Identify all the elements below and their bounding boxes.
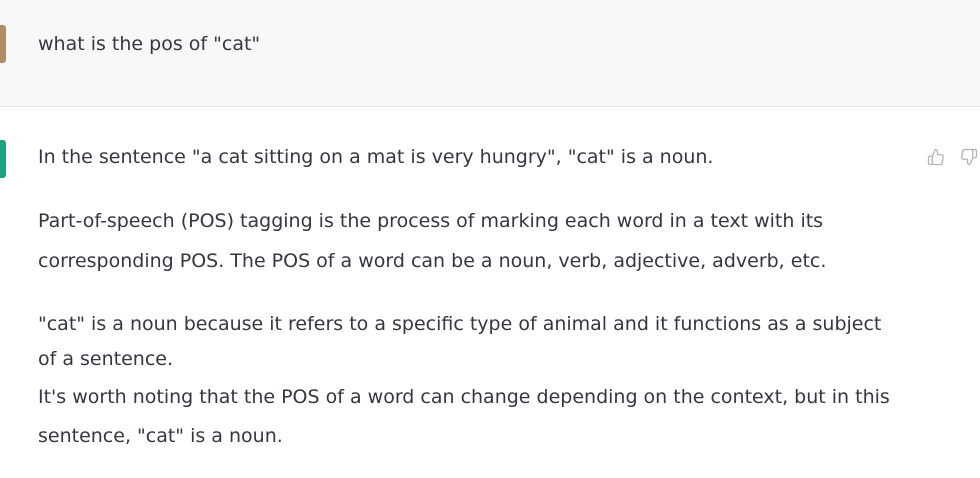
user-message-row: what is the pos of "cat" [0, 0, 980, 107]
message-line: sentence, "cat" is a noun. [38, 425, 283, 447]
assistant-message-row: In the sentence "a cat sitting on a mat … [0, 107, 980, 478]
assistant-avatar [0, 140, 6, 178]
thumbs-up-button[interactable] [927, 148, 945, 166]
message-line: In the sentence "a cat sitting on a mat … [38, 146, 714, 168]
user-avatar [0, 25, 6, 63]
thumbs-down-icon [961, 148, 978, 166]
thumbs-up-icon [927, 148, 944, 166]
message-line: It's worth noting that the POS of a word… [38, 386, 890, 408]
thumbs-down-button[interactable] [960, 148, 978, 166]
user-message-text: what is the pos of "cat" [38, 33, 261, 55]
message-line: of a sentence. [38, 348, 174, 370]
message-line: "cat" is a noun because it refers to a s… [38, 313, 882, 335]
message-line: corresponding POS. The POS of a word can… [38, 250, 827, 272]
message-line: Part-of-speech (POS) tagging is the proc… [38, 210, 824, 232]
